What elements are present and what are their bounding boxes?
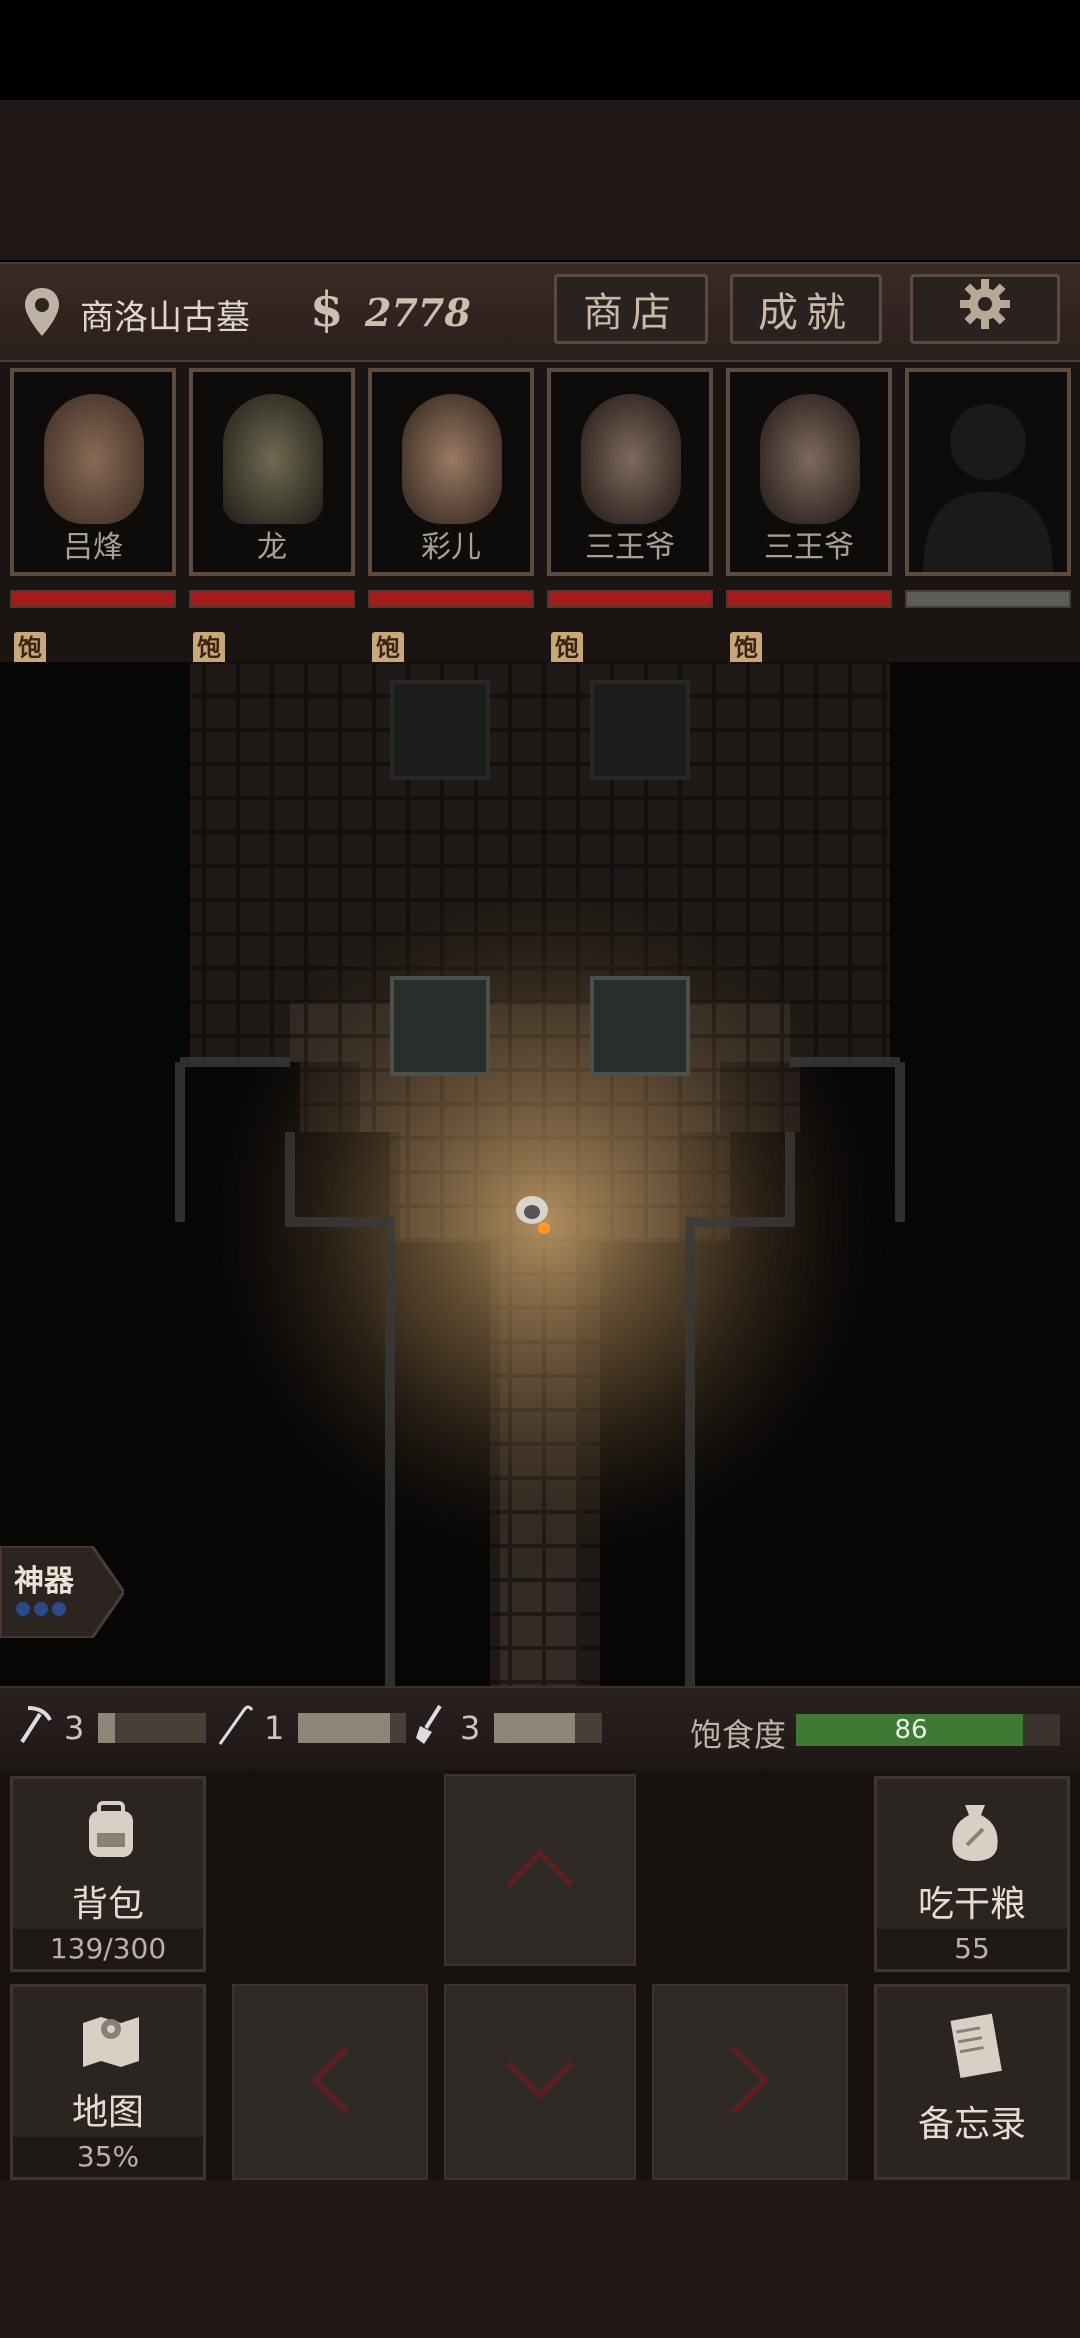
map-button[interactable]: 地图 35% <box>10 1984 206 2180</box>
chevron-down-icon <box>500 2055 580 2109</box>
tool-count: 3 <box>64 1709 85 1747</box>
artifact-slots <box>16 1602 66 1616</box>
silhouette-icon <box>923 404 1053 572</box>
hp-bar <box>547 590 713 608</box>
settings-button[interactable] <box>910 274 1060 344</box>
map-label: 地图 <box>71 2092 144 2133</box>
status-bar-area <box>0 0 1080 100</box>
hp-bar <box>10 590 176 608</box>
party-panel: 吕烽 饱 龙 饱 彩儿 饱 三王爷 饱 三王爷 饱 <box>0 362 1080 664</box>
money-amount: 2778 <box>365 290 471 335</box>
status-badge: 饱 <box>730 632 762 664</box>
party-member-name: 三王爷 <box>764 530 854 565</box>
party-member-portrait[interactable]: 龙 <box>189 368 355 576</box>
party-member-name: 三王爷 <box>585 530 675 565</box>
hook-icon <box>214 1702 254 1754</box>
artifact-button[interactable]: 神器 <box>0 1546 124 1638</box>
hp-bar <box>189 590 355 608</box>
chevron-right-icon <box>725 2040 775 2124</box>
satiety-value: 86 <box>894 1715 928 1745</box>
location-pin-icon <box>22 286 62 336</box>
status-badge: 饱 <box>14 632 46 664</box>
chevron-up-icon <box>500 1843 580 1897</box>
tool-hook: 1 <box>214 1702 407 1754</box>
tool-shovel: 3 <box>410 1702 603 1754</box>
gear-icon <box>956 275 1014 343</box>
tool-pickaxe: 3 <box>14 1702 207 1754</box>
food-sack-icon <box>943 1799 1007 1867</box>
memo-label: 备忘录 <box>917 2104 1026 2145</box>
map-icon <box>79 2007 143 2075</box>
location-name: 商洛山古墓 <box>80 298 250 338</box>
empty-party-slot[interactable] <box>905 368 1071 576</box>
hp-bar <box>905 590 1071 608</box>
bottom-margin <box>0 2180 1080 2338</box>
party-member-name: 彩儿 <box>421 530 481 565</box>
backpack-button[interactable]: 背包 139/300 <box>10 1776 206 1972</box>
pickaxe-icon <box>14 1702 54 1754</box>
status-badge: 饱 <box>372 632 404 664</box>
portrait-face <box>581 394 681 524</box>
status-badge: 饱 <box>551 632 583 664</box>
satiety-label: 饱食度 <box>690 1716 787 1754</box>
eat-rations-label: 吃干粮 <box>917 1884 1026 1925</box>
memo-button[interactable]: 备忘录 <box>874 1984 1070 2180</box>
backpack-capacity: 139/300 <box>13 1929 203 1969</box>
shop-button[interactable]: 商店 <box>554 274 708 344</box>
artifact-label: 神器 <box>14 1564 74 1599</box>
map-explored: 35% <box>13 2137 203 2177</box>
backpack-icon <box>79 1799 143 1867</box>
party-member-name: 龙 <box>257 530 287 565</box>
portrait-face <box>760 394 860 524</box>
eat-rations-button[interactable]: 吃干粮 55 <box>874 1776 1070 1972</box>
move-up-button[interactable] <box>444 1774 636 1966</box>
hp-bar <box>726 590 892 608</box>
dungeon-map[interactable] <box>0 662 1080 1686</box>
shovel-icon <box>410 1702 450 1754</box>
hp-bar <box>368 590 534 608</box>
hud-bar: 商洛山古墓 $ 2778 商店 成就 <box>0 262 1080 362</box>
dungeon-floor <box>0 662 1080 1686</box>
achievements-button[interactable]: 成就 <box>730 274 882 344</box>
durability-bar <box>494 1713 603 1743</box>
party-member-name: 吕烽 <box>63 530 123 565</box>
portrait-face <box>44 394 144 524</box>
move-right-button[interactable] <box>652 1984 848 2180</box>
backpack-label: 背包 <box>71 1884 144 1925</box>
party-member-portrait[interactable]: 彩儿 <box>368 368 534 576</box>
status-badge: 饱 <box>193 632 225 664</box>
player-character <box>512 1192 552 1236</box>
tool-status-bar: 3 1 3 饱食度 86 <box>0 1686 1080 1774</box>
move-left-button[interactable] <box>232 1984 428 2180</box>
controls-panel: 背包 139/300 吃干粮 55 地图 35% 备忘录 <box>0 1770 1080 2180</box>
durability-bar <box>98 1713 207 1743</box>
top-margin <box>0 100 1080 260</box>
durability-bar <box>298 1713 407 1743</box>
chevron-left-icon <box>305 2040 355 2124</box>
portrait-face <box>402 394 502 524</box>
currency-symbol: $ <box>310 282 344 338</box>
party-member-portrait[interactable]: 三王爷 <box>726 368 892 576</box>
satiety-bar: 86 <box>796 1714 1060 1746</box>
tool-count: 3 <box>460 1709 481 1747</box>
portrait-face <box>223 394 323 524</box>
notebook-icon <box>943 2011 1007 2085</box>
party-member-portrait[interactable]: 三王爷 <box>547 368 713 576</box>
move-down-button[interactable] <box>444 1984 636 2180</box>
rations-count: 55 <box>877 1929 1067 1969</box>
party-member-portrait[interactable]: 吕烽 <box>10 368 176 576</box>
tool-count: 1 <box>264 1709 285 1747</box>
